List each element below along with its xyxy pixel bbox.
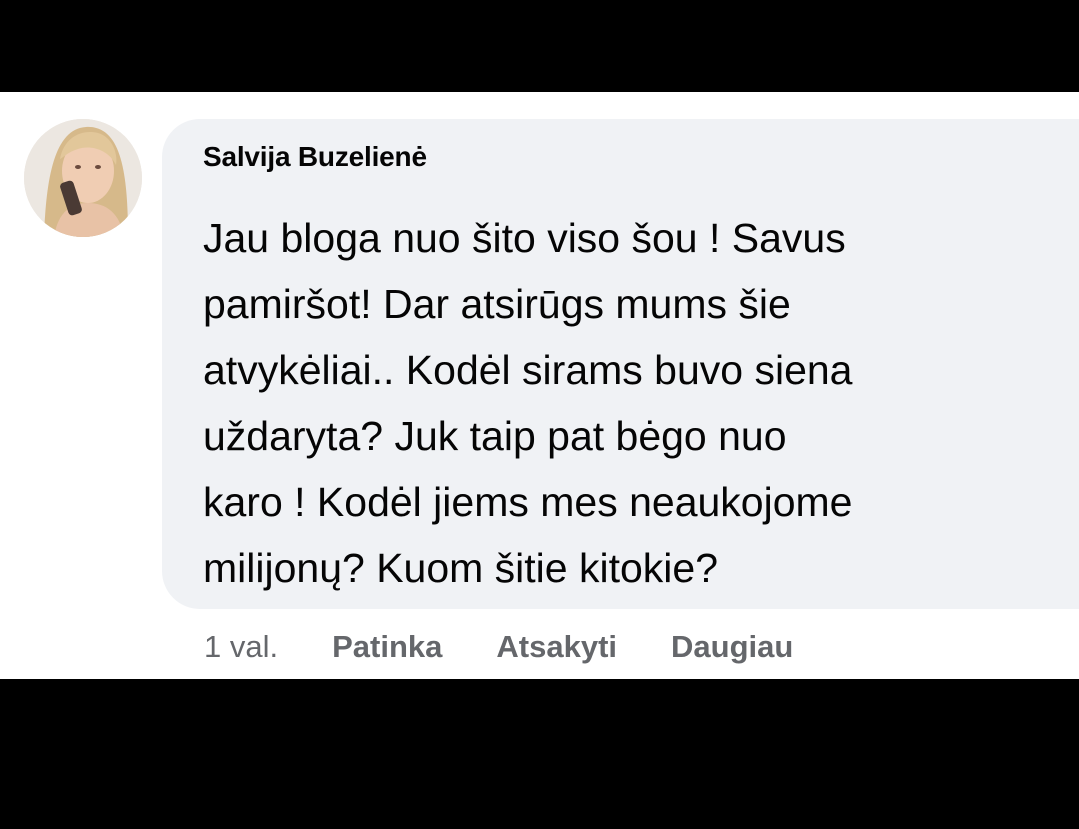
comment-text: Jau bloga nuo šito viso šou ! Savus pami… <box>203 205 1079 601</box>
comment-text-line: pamiršot! Dar atsirūgs mums šie <box>203 281 791 327</box>
comment-text-line: milijonų? Kuom šitie kitokie? <box>203 545 719 591</box>
comment-text-line: uždaryta? Juk taip pat bėgo nuo <box>203 413 787 459</box>
comment-author[interactable]: Salvija Buzelienė <box>203 141 427 173</box>
comment-actions: 1 val. Patinka Atsakyti Daugiau <box>204 627 847 667</box>
comment-panel: Salvija Buzelienė Jau bloga nuo šito vis… <box>0 92 1079 679</box>
comment-text-line: Jau bloga nuo šito viso šou ! Savus <box>203 215 846 261</box>
comment-timestamp[interactable]: 1 val. <box>204 629 278 665</box>
comment-bubble: Salvija Buzelienė Jau bloga nuo šito vis… <box>162 119 1079 609</box>
avatar[interactable] <box>24 119 142 237</box>
comment-text-line: karo ! Kodėl jiems mes neaukojome <box>203 479 853 525</box>
avatar-photo <box>24 119 142 237</box>
more-button[interactable]: Daugiau <box>671 629 793 665</box>
reply-button[interactable]: Atsakyti <box>496 629 617 665</box>
comment-text-line: atvykėliai.. Kodėl sirams buvo siena <box>203 347 853 393</box>
like-button[interactable]: Patinka <box>332 629 442 665</box>
